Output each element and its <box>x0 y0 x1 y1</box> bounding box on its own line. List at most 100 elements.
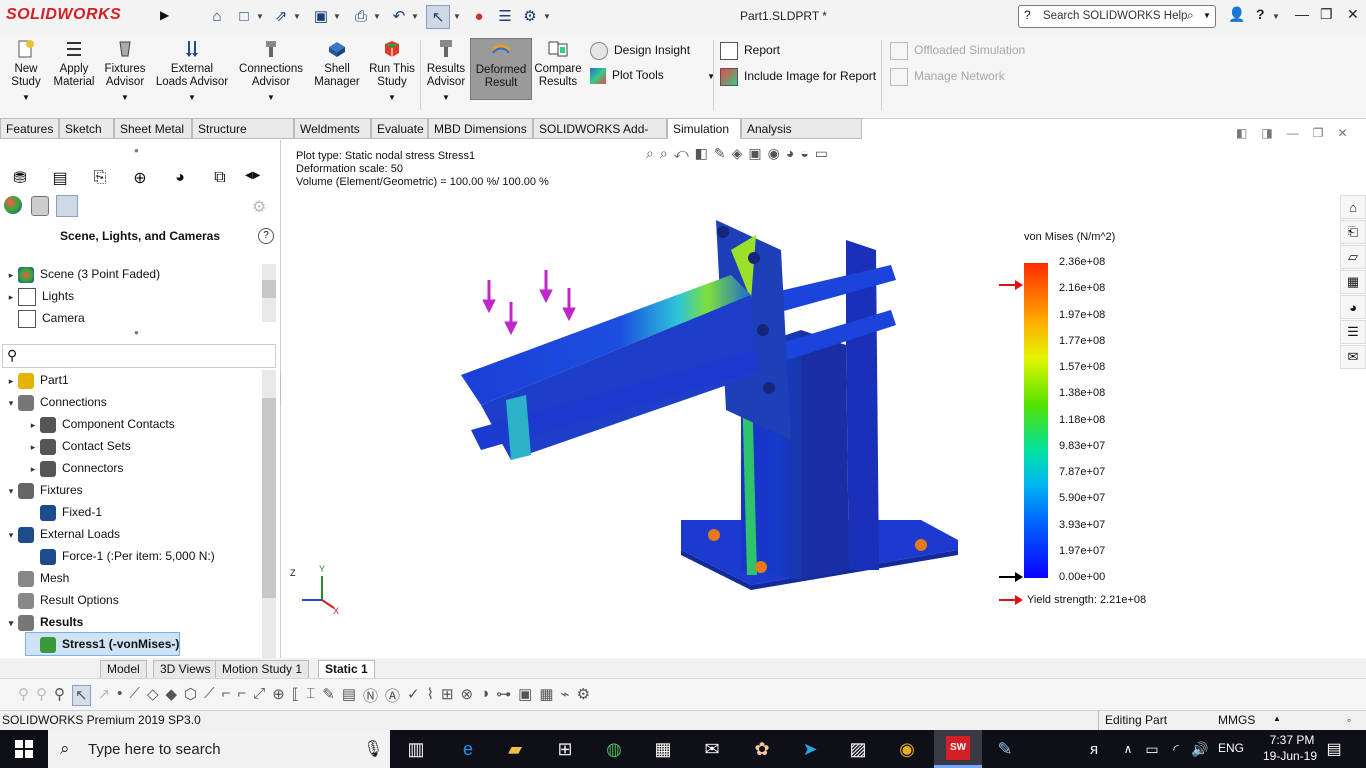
chevron-up-icon[interactable]: ▲ <box>1273 714 1281 723</box>
filter-input[interactable]: ⚲ <box>2 344 276 368</box>
paint-3d-icon[interactable]: ✎ <box>993 737 1017 761</box>
chevron-down-icon[interactable]: ▼ <box>367 91 417 104</box>
mail-icon[interactable]: ✉ <box>700 737 724 761</box>
units-selector[interactable]: MMGS <box>1218 713 1255 727</box>
viewport-minimize-button[interactable]: — <box>1287 126 1299 140</box>
solidworks-resources-icon[interactable]: ⌂ <box>1340 195 1366 219</box>
tree-item-connectors[interactable]: ▸ Connectors <box>26 457 123 479</box>
section-view-icon[interactable]: ◧ <box>695 145 708 167</box>
paint-icon[interactable]: ⌶ <box>306 685 315 706</box>
coordinate-icon[interactable]: ⊶ <box>496 685 511 706</box>
file-explorer-icon[interactable]: ▱ <box>1340 245 1366 269</box>
run-this-study-button[interactable]: Run This Study ▼ <box>367 38 417 104</box>
hide-show-items-icon[interactable]: ◉ <box>768 145 780 167</box>
camera-item[interactable]: Camera <box>4 307 85 329</box>
axis-icon[interactable]: ⟋ <box>204 685 215 706</box>
edge-browser-icon[interactable]: e <box>456 737 480 761</box>
design-insight-button[interactable]: Design Insight <box>590 42 690 60</box>
tree-scrollbar[interactable] <box>262 370 276 658</box>
chevron-down-icon[interactable]: ▼ <box>154 91 230 104</box>
surface-finish-icon[interactable]: ✓ <box>407 685 420 706</box>
zoom-to-area-icon[interactable]: ⌕ <box>660 145 668 167</box>
solid-icon[interactable]: ⬡ <box>184 685 197 706</box>
tab-structure-system[interactable]: Structure System <box>192 118 294 157</box>
tree-item-fixed-1[interactable]: Fixed-1 <box>26 501 102 523</box>
view-orientation-icon[interactable]: ◈ <box>732 145 743 167</box>
fixtures-advisor-button[interactable]: Fixtures Advisor ▼ <box>100 38 150 104</box>
feature-manager-tab-icon[interactable]: ⛃ <box>5 164 35 192</box>
chevron-down-icon[interactable]: ▼ <box>293 12 301 21</box>
tree-item-force-1-per-item-5-000-n[interactable]: Force-1 (:Per item: 5,000 N:) <box>26 545 215 567</box>
line-icon[interactable]: ⟋ <box>129 685 140 706</box>
bottom-tab-3d-views[interactable]: 3D Views <box>153 660 218 679</box>
help-icon[interactable]: ? <box>1256 6 1265 22</box>
tree-item-connections[interactable]: ▾ Connections <box>4 391 107 413</box>
tree-item-part1[interactable]: ▸ Part1 <box>4 369 69 391</box>
microphone-icon[interactable]: 🎙 <box>363 739 383 759</box>
measure-icon[interactable]: ⤢ <box>253 685 265 706</box>
chevron-down-icon[interactable]: ▼ <box>1203 11 1211 20</box>
model-stress-plot[interactable] <box>451 190 1011 670</box>
scene-item[interactable]: ▸ Scene (3 Point Faded) <box>4 263 160 285</box>
open-folder-icon[interactable]: ⇗ <box>270 5 292 27</box>
tree-item-mesh[interactable]: Mesh <box>4 567 69 589</box>
bracket-icon[interactable]: ⟦ <box>292 685 299 706</box>
chevron-down-icon[interactable]: ▼ <box>237 91 305 104</box>
tab-sheet-metal[interactable]: Sheet Metal <box>114 118 192 139</box>
print-icon[interactable]: ⎙ <box>350 5 372 27</box>
expand-arrow-icon[interactable]: ▾ <box>4 392 18 414</box>
connections-advisor-button[interactable]: Connections Advisor ▼ <box>237 38 305 104</box>
chrome-icon[interactable]: ◉ <box>895 737 919 761</box>
custom-properties-icon[interactable]: ☰ <box>1340 320 1366 344</box>
close-window-button[interactable]: ✕ <box>1347 6 1359 23</box>
decals-icon[interactable] <box>31 196 49 216</box>
filter-edges-icon[interactable]: ⚲ <box>54 685 65 706</box>
help-search-input[interactable]: ? Search SOLIDWORKS Help ⌕ ▼ <box>1018 5 1216 28</box>
results-advisor-button[interactable]: Results Advisor ▼ <box>423 38 469 104</box>
bottom-tab-static-1[interactable]: Static 1 <box>318 660 375 679</box>
chevron-down-icon[interactable]: ▼ <box>373 12 381 21</box>
property-manager-tab-icon[interactable]: ▤ <box>45 164 75 192</box>
design-library-icon[interactable]: ⎗ <box>1340 220 1366 244</box>
help-icon[interactable]: ? <box>258 228 274 244</box>
tree-item-stress1-vonmises[interactable]: Stress1 (-vonMises-) <box>24 632 181 656</box>
tab-simulation[interactable]: Simulation <box>667 118 741 139</box>
next-tab-icon[interactable]: ◨ <box>1261 126 1272 140</box>
plane-icon[interactable]: ◇ <box>147 685 159 706</box>
options-gear-icon[interactable]: ⚙ <box>519 5 541 27</box>
tree-item-result-options[interactable]: Result Options <box>4 589 119 611</box>
chevron-down-icon[interactable]: ▼ <box>423 91 469 104</box>
shell-manager-button[interactable]: Shell Manager <box>312 38 362 89</box>
snapshot-icon[interactable]: ▣ <box>518 685 532 706</box>
viewport-close-button[interactable]: ✕ <box>1337 126 1347 140</box>
configuration-manager-tab-icon[interactable]: ⎘ <box>85 164 115 192</box>
note-icon[interactable]: Ⓝ <box>363 685 378 706</box>
table-icon[interactable]: ▦ <box>539 685 553 706</box>
restore-window-button[interactable]: ❐ <box>1320 6 1333 23</box>
weld-icon[interactable]: ⌇ <box>427 685 434 706</box>
dynamic-annotation-icon[interactable]: ✎ <box>714 145 726 167</box>
expand-arrow-icon[interactable]: ▾ <box>4 480 18 502</box>
paint-app-icon[interactable]: ✿ <box>750 737 774 761</box>
telegram-icon[interactable]: ➤ <box>798 737 822 761</box>
reference-icon[interactable]: ▤ <box>342 685 356 706</box>
volume-icon[interactable]: 🔊 <box>1188 737 1212 761</box>
splitter-handle[interactable]: ● <box>134 328 139 337</box>
expand-arrow-icon[interactable]: ▸ <box>4 370 18 392</box>
view-palette-icon[interactable]: ▦ <box>1340 270 1366 294</box>
tab-features[interactable]: Features <box>0 118 59 139</box>
view-settings-icon[interactable]: ▭ <box>815 145 828 167</box>
solidworks-logo[interactable]: SOLIDWORKS <box>6 6 121 24</box>
expand-arrow-icon[interactable]: ▸ <box>26 436 40 458</box>
scrollbar-thumb[interactable] <box>262 280 276 298</box>
menu-expand-icon[interactable]: ▶ <box>160 8 169 22</box>
report-button[interactable]: Report <box>720 42 780 60</box>
tree-item-fixtures[interactable]: ▾ Fixtures <box>4 479 83 501</box>
search-icon[interactable]: ⌕ <box>1187 8 1194 23</box>
previous-tab-icon[interactable]: ◧ <box>1236 126 1247 140</box>
chevron-down-icon[interactable]: ▼ <box>543 12 551 21</box>
select-cursor-icon[interactable]: ↖ <box>426 5 450 29</box>
appearances-scenes-icon[interactable]: ◕ <box>1340 295 1366 319</box>
chevron-down-icon[interactable]: ▼ <box>453 12 461 21</box>
select-other-icon[interactable]: ↗ <box>98 685 111 706</box>
